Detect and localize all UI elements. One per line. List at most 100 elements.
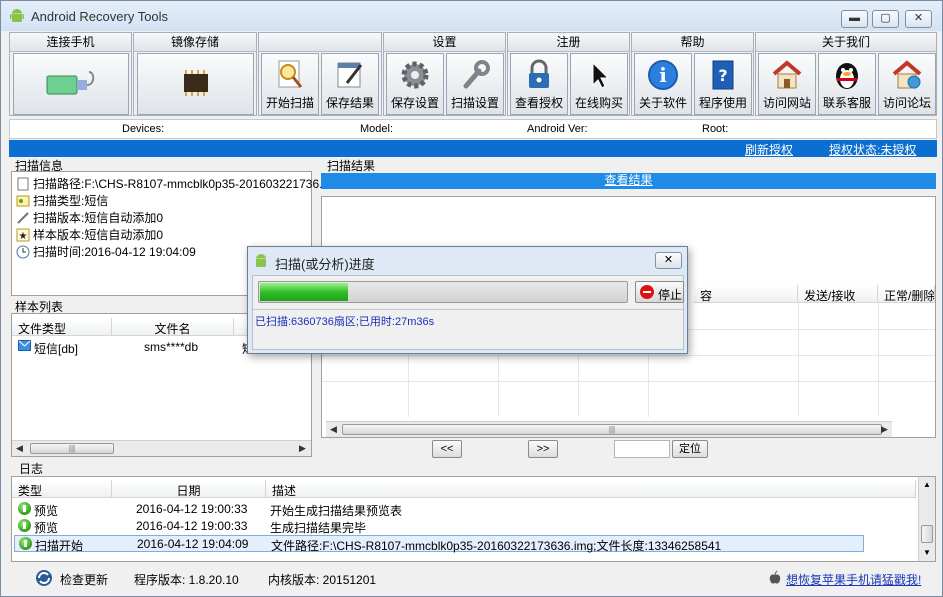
scroll-right-icon[interactable]: ▶ [881,424,888,435]
program-version: 程序版本: 1.8.20.10 [134,573,239,587]
about-software-label: 关于软件 [638,96,687,110]
check-update-link[interactable]: 检查更新 [60,571,108,588]
android-logo-icon [10,9,24,22]
apple-icon [769,571,781,584]
scroll-right-icon[interactable]: ▶ [299,443,306,454]
group-about-us: 关于我们 访问网站 联系客服 访问论坛 [755,32,937,116]
sample-file-name: sms****db [144,340,199,354]
contact-support-button[interactable]: 联系客服 [818,53,876,115]
dialog-close-button[interactable]: ✕ [655,252,682,269]
buy-online-button[interactable]: 在线购买 [570,53,628,115]
save-result-button[interactable]: 保存结果 [321,53,379,115]
license-status-link[interactable]: 授权状态:未授权 [829,141,916,158]
scan-type-row: 扫描类型:短信 [16,192,108,209]
view-results-link[interactable]: 查看结果 [321,173,936,189]
column-file-type[interactable]: 文件类型 [12,318,112,336]
view-license-button[interactable]: 查看授权 [510,53,568,115]
column-log-type[interactable]: 类型 [12,480,112,498]
refresh-license-link[interactable]: 刷新授权 [745,141,793,158]
maximize-button[interactable]: ▢ [872,10,899,28]
log-type: 预览 [34,504,59,518]
log-row-selected[interactable]: 扫描开始 2016-04-12 19:04:09 文件路径:F:\CHS-R81… [14,535,864,553]
scroll-thumb[interactable]: ||| [30,443,114,454]
column-log-desc[interactable]: 描述 [266,480,916,498]
column-normal-deleted[interactable]: 正常/删除 [878,285,935,303]
grid-line [878,303,879,417]
model-label: Model: [360,123,394,135]
scroll-left-icon[interactable]: ◀ [330,424,337,435]
title-bar: Android Recovery Tools ▬ ▢ ✕ [1,1,942,31]
page-input[interactable] [614,440,670,458]
star-icon: ★ [16,228,30,242]
log-vscrollbar[interactable]: ▲ ▼ [918,477,935,561]
scroll-thumb[interactable] [921,525,933,543]
cursor-icon [592,61,610,89]
group-register: 注册 查看授权 在线购买 [507,32,630,116]
edit-document-icon [337,62,363,88]
log-row[interactable]: 预览 2016-04-12 19:00:33 开始生成扫描结果预览表 [14,501,864,518]
iphone-recovery-link[interactable]: 想恢复苹果手机请猛戳我! [786,571,921,588]
start-scan-label: 开始扫描 [265,96,314,110]
next-page-button[interactable]: >> [528,440,558,458]
grid-line [322,381,935,382]
scan-settings-button[interactable]: 扫描设置 [446,53,504,115]
document-icon [17,177,29,191]
log-type: 预览 [34,521,59,535]
device-info-bar: Devices: Model: Android Ver: Root: [9,119,937,139]
envelope-icon [18,340,31,351]
scroll-down-icon[interactable]: ▼ [923,548,931,557]
group-help: 帮助 i 关于软件 ? 程序使用 [631,32,754,116]
group-settings: 设置 保存设置 扫描设置 [383,32,506,116]
dialog-title: 扫描(或分析)进度 [275,257,375,272]
status-ok-icon [19,537,32,550]
android-logo-icon [256,254,266,267]
scan-results-label: 扫描结果 [327,159,376,173]
root-label: Root: [702,123,729,135]
results-hscrollbar[interactable]: ◀ ||| ▶ [326,421,892,437]
toolbar: 连接手机 镜像存储 开始扫描 保存结果 设置 保存设置 扫描设置 注册 查看授权… [9,32,937,116]
image-storage-button[interactable] [137,53,254,115]
group-title: 镜像存储 [134,33,256,52]
visit-site-label: 访问网站 [762,96,811,110]
goto-button[interactable]: 定位 [672,440,708,458]
scan-time-row: 扫描时间:2016-04-12 19:04:09 [16,243,196,260]
save-settings-button[interactable]: 保存设置 [386,53,444,115]
group-title: 设置 [384,33,505,52]
close-button[interactable]: ✕ [905,10,932,28]
chip-icon [183,70,208,96]
save-settings-label: 保存设置 [390,96,439,110]
log-desc: 生成扫描结果完毕 [270,521,367,535]
scan-path-text: 扫描路径:F:\CHS-R8107-mmcblk0p35-20160322173… [33,177,330,191]
column-send-receive[interactable]: 发送/接收 [798,285,878,303]
column-file-name[interactable]: 文件名 [112,318,234,336]
program-help-button[interactable]: ? 程序使用 [694,53,752,115]
column-content[interactable]: 容 [694,285,798,303]
log-desc: 开始生成扫描结果预览表 [270,504,403,518]
scroll-up-icon[interactable]: ▲ [923,480,931,489]
visit-site-button[interactable]: 访问网站 [758,53,816,115]
scroll-left-icon[interactable]: ◀ [16,443,23,454]
sample-type: 短信[db] [34,342,79,356]
visit-forum-label: 访问论坛 [882,96,931,110]
scan-type-text: 扫描类型:短信 [33,194,109,208]
help-book-icon: ? [712,60,734,90]
status-ok-icon [18,502,31,515]
pen-icon [17,212,29,224]
svg-text:i: i [659,63,667,87]
prev-page-button[interactable]: << [432,440,462,458]
start-scan-button[interactable]: 开始扫描 [261,53,319,115]
scroll-thumb[interactable]: ||| [342,424,882,435]
status-bar: 检查更新 程序版本: 1.8.20.10 内核版本: 20151201 想恢复苹… [9,566,937,590]
update-icon[interactable] [33,568,55,588]
clock-icon [16,245,30,259]
column-log-date[interactable]: 日期 [112,480,266,498]
devices-label: Devices: [122,123,165,135]
minimize-button[interactable]: ▬ [841,10,868,28]
about-software-button[interactable]: i 关于软件 [634,53,692,115]
log-row[interactable]: 预览 2016-04-12 19:00:33 生成扫描结果完毕 [14,518,864,535]
log-label: 日志 [19,462,44,476]
stop-button[interactable]: 停止 [635,281,684,303]
visit-forum-button[interactable]: 访问论坛 [878,53,936,115]
connect-phone-button[interactable] [13,53,129,115]
sample-list-hscrollbar[interactable]: ◀ ||| ▶ [12,440,311,456]
